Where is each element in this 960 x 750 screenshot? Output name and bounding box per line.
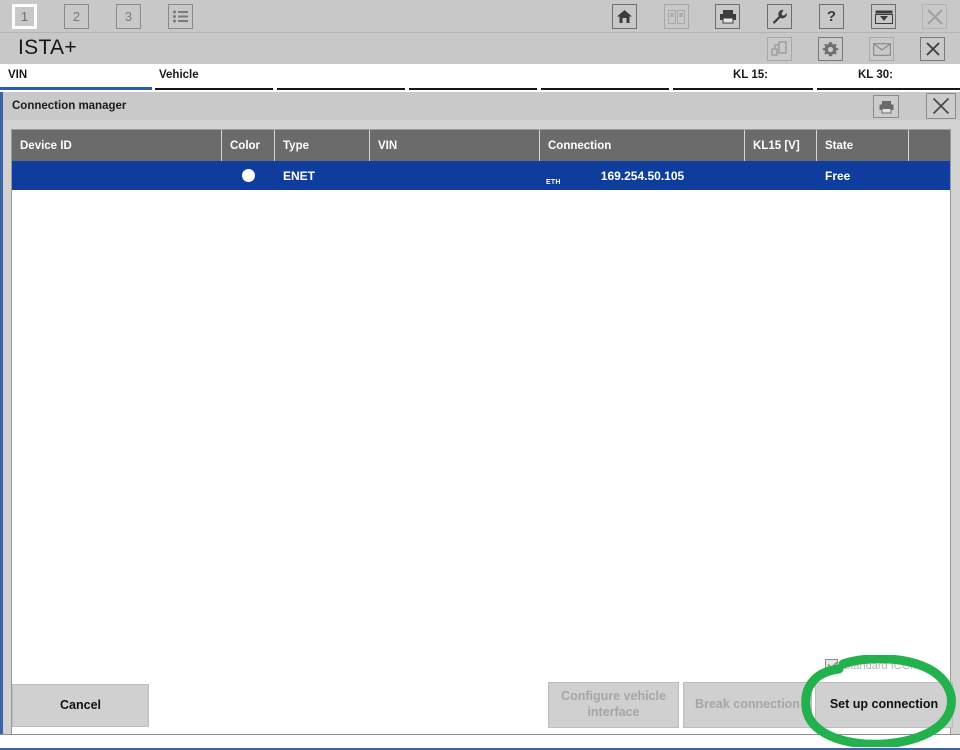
set-up-connection-button[interactable]: Set up connection [815, 682, 953, 728]
column-header-state[interactable]: State [817, 130, 909, 161]
close-icon-glyph [925, 7, 945, 27]
table-header-row: Device ID Color Type VIN Connection KL15… [12, 130, 950, 161]
device-table: Device ID Color Type VIN Connection KL15… [11, 129, 951, 746]
mail-icon[interactable] [869, 37, 894, 61]
tab-3[interactable]: 3 [116, 4, 141, 29]
close-icon[interactable] [922, 4, 947, 29]
print-icon[interactable] [873, 95, 899, 118]
vehicle-label: Vehicle [159, 69, 199, 81]
column-header-color[interactable]: Color [222, 130, 275, 161]
column-header-vin[interactable]: VIN [370, 130, 540, 161]
app-title-bar: ISTA+ [0, 33, 960, 64]
dialog-close-icon[interactable] [926, 93, 956, 119]
cell-kl15 [745, 161, 817, 190]
kl30-label: KL 30: [858, 69, 893, 81]
column-header-device-id[interactable]: Device ID [12, 130, 222, 161]
configure-vehicle-interface-button[interactable]: Configure vehicle interface [548, 682, 679, 728]
eth-badge: ETH [546, 179, 561, 186]
top-toolbar: 1 2 3 [0, 0, 960, 33]
cell-connection: ETH 169.254.50.105 [540, 161, 745, 190]
vehicle-connect-icon-glyph [771, 41, 788, 57]
vin-underline-3 [409, 88, 537, 90]
wrench-icon-glyph [771, 9, 788, 25]
cards-icon[interactable] [664, 4, 689, 29]
color-dot-icon [242, 169, 255, 182]
cell-type: ENET [275, 161, 370, 190]
list-icon-glyph [172, 9, 189, 24]
dialog-close-icon-glyph [930, 95, 952, 117]
vin-label: VIN [8, 69, 27, 81]
column-header-kl15[interactable]: KL15 [V] [745, 130, 817, 161]
gear-icon-glyph [822, 41, 839, 58]
print-icon-glyph [878, 100, 895, 114]
cell-connection-value: 169.254.50.105 [601, 169, 684, 183]
vin-underline-6 [817, 88, 960, 90]
dialog-title-bar: Connection manager [3, 92, 960, 120]
tab-2[interactable]: 2 [64, 4, 89, 29]
column-header-connection[interactable]: Connection [540, 130, 745, 161]
mail-icon-glyph [873, 43, 891, 56]
standard-icom-checkbox-row[interactable]: Standard ICOM [825, 659, 919, 672]
cell-color [222, 161, 275, 190]
tab-1[interactable]: 1 [12, 4, 37, 29]
close-window-icon[interactable] [920, 37, 945, 61]
cards-icon-glyph [668, 10, 685, 24]
bottom-status-strip [0, 734, 960, 750]
cell-vin [370, 161, 540, 190]
vehicle-info-bar: VIN Vehicle KL 15: KL 30: [0, 64, 960, 89]
home-icon-glyph [616, 9, 633, 24]
cell-state: Free [817, 161, 909, 190]
help-icon[interactable]: ? [819, 4, 844, 29]
vehicle-connect-icon[interactable] [767, 37, 792, 61]
wrench-icon[interactable] [767, 4, 792, 29]
vin-underline-2 [277, 88, 405, 90]
column-header-extra[interactable] [909, 130, 950, 161]
gear-icon[interactable] [818, 37, 843, 61]
tab-2-label: 2 [73, 9, 80, 24]
tray-down-icon-glyph [875, 10, 893, 24]
cell-device-id [12, 161, 222, 190]
cell-extra [909, 161, 950, 190]
page-title: ISTA+ [18, 36, 77, 60]
break-connection-button[interactable]: Break connection [683, 682, 812, 728]
table-row[interactable]: ENET ETH 169.254.50.105 Free [12, 161, 950, 190]
dialog-title: Connection manager [12, 100, 126, 112]
standard-icom-checkbox[interactable] [825, 659, 838, 672]
cancel-button[interactable]: Cancel [12, 684, 149, 727]
close-window-icon-glyph [924, 40, 942, 58]
connection-manager-dialog: Connection manager Device ID Color Type … [0, 92, 960, 734]
tab-1-label: 1 [21, 9, 28, 24]
list-icon[interactable] [168, 4, 193, 29]
tab-3-label: 3 [125, 9, 132, 24]
vin-underline-1 [155, 88, 273, 90]
home-icon[interactable] [612, 4, 637, 29]
column-header-type[interactable]: Type [275, 130, 370, 161]
printer-icon-glyph [719, 9, 737, 24]
printer-icon[interactable] [715, 4, 740, 29]
vin-underline-5 [673, 88, 813, 90]
help-icon-label: ? [827, 8, 836, 25]
kl15-label: KL 15: [733, 69, 768, 81]
standard-icom-label: Standard ICOM [843, 660, 919, 672]
vin-underline-4 [541, 88, 669, 90]
vin-underline-active [0, 87, 152, 90]
tray-down-icon[interactable] [871, 4, 896, 29]
